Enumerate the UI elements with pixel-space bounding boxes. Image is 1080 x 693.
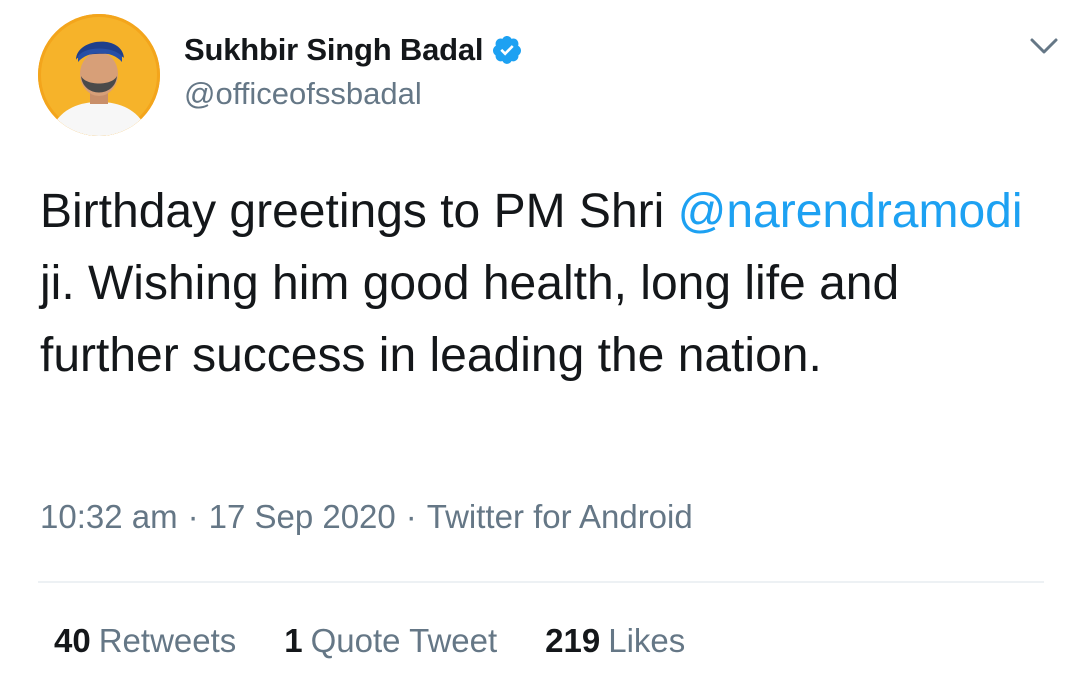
tweet-meta: 10:32 am · 17 Sep 2020 · Twitter for Android	[40, 498, 693, 536]
retweets-label: Retweets	[98, 622, 237, 659]
verified-badge-icon	[491, 34, 523, 66]
author-avatar[interactable]	[38, 14, 160, 136]
tweet-card: Sukhbir Singh Badal @officeofssbadal Bir…	[0, 0, 1080, 693]
tweet-source[interactable]: Twitter for Android	[427, 498, 693, 535]
divider	[38, 581, 1044, 583]
quote-tweets-count: 1	[284, 622, 303, 659]
quote-tweets-label: Quote Tweet	[310, 622, 498, 659]
tweet-text-before-mention: Birthday greetings to PM Shri	[40, 185, 678, 238]
likes-count: 219	[545, 622, 601, 659]
tweet-header: Sukhbir Singh Badal @officeofssbadal	[38, 14, 1068, 136]
author-name-row: Sukhbir Singh Badal	[184, 30, 523, 70]
meta-separator: ·	[405, 498, 417, 535]
retweets-count: 40	[54, 622, 91, 659]
author-handle[interactable]: @officeofssbadal	[184, 76, 523, 112]
tweet-stats: 40 Retweets 1 Quote Tweet 219 Likes	[54, 622, 733, 660]
tweet-time[interactable]: 10:32 am	[40, 498, 178, 535]
retweets-stat[interactable]: 40 Retweets	[54, 622, 236, 660]
meta-separator: ·	[187, 498, 199, 535]
quote-tweets-stat[interactable]: 1 Quote Tweet	[284, 622, 497, 660]
likes-stat[interactable]: 219 Likes	[545, 622, 685, 660]
author-block: Sukhbir Singh Badal @officeofssbadal	[184, 30, 523, 112]
likes-label: Likes	[608, 622, 686, 659]
author-display-name[interactable]: Sukhbir Singh Badal	[184, 32, 484, 68]
tweet-text: Birthday greetings to PM Shri @narendram…	[40, 176, 1040, 392]
mention-link[interactable]: @narendramodi	[678, 185, 1023, 238]
tweet-date[interactable]: 17 Sep 2020	[209, 498, 396, 535]
avatar-image	[38, 14, 160, 136]
tweet-text-after-mention: ji. Wishing him good health, long life a…	[40, 257, 900, 382]
chevron-down-icon[interactable]	[1024, 30, 1064, 64]
